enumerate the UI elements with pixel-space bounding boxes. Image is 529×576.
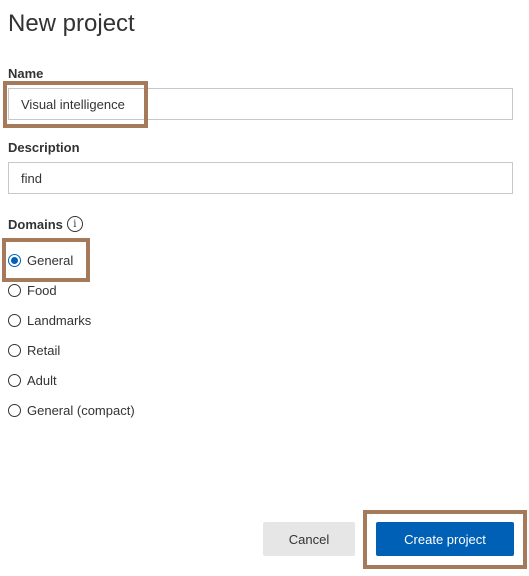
domain-option-general-compact[interactable]: General (compact)	[8, 403, 135, 418]
domains-header: Domains i	[8, 216, 83, 232]
domain-option-general[interactable]: General	[8, 253, 73, 268]
domain-option-landmarks[interactable]: Landmarks	[8, 313, 91, 328]
name-input[interactable]	[8, 88, 513, 120]
domain-option-food[interactable]: Food	[8, 283, 57, 298]
new-project-dialog: New project Name Description Domains i G…	[0, 0, 529, 576]
description-input[interactable]	[8, 162, 513, 194]
radio-unchecked-icon[interactable]	[8, 404, 21, 417]
radio-checked-icon[interactable]	[8, 254, 21, 267]
domain-option-adult[interactable]: Adult	[8, 373, 57, 388]
radio-unchecked-icon[interactable]	[8, 344, 21, 357]
domain-option-label: Landmarks	[27, 313, 92, 328]
domain-option-label: Retail	[27, 343, 61, 358]
domain-option-label: General (compact)	[27, 403, 135, 418]
domain-option-retail[interactable]: Retail	[8, 343, 60, 358]
radio-unchecked-icon[interactable]	[8, 314, 21, 327]
domains-label: Domains	[8, 216, 63, 232]
domain-option-label: General	[27, 253, 74, 268]
name-label: Name	[8, 66, 44, 81]
domain-option-label: Food	[27, 283, 57, 298]
page-title: New project	[8, 10, 135, 37]
radio-unchecked-icon[interactable]	[8, 284, 21, 297]
radio-unchecked-icon[interactable]	[8, 374, 21, 387]
info-icon[interactable]: i	[66, 216, 83, 232]
description-label: Description	[8, 140, 80, 155]
create-project-button[interactable]: Create project	[376, 522, 514, 556]
cancel-button[interactable]: Cancel	[263, 522, 355, 556]
domain-option-label: Adult	[27, 373, 57, 388]
